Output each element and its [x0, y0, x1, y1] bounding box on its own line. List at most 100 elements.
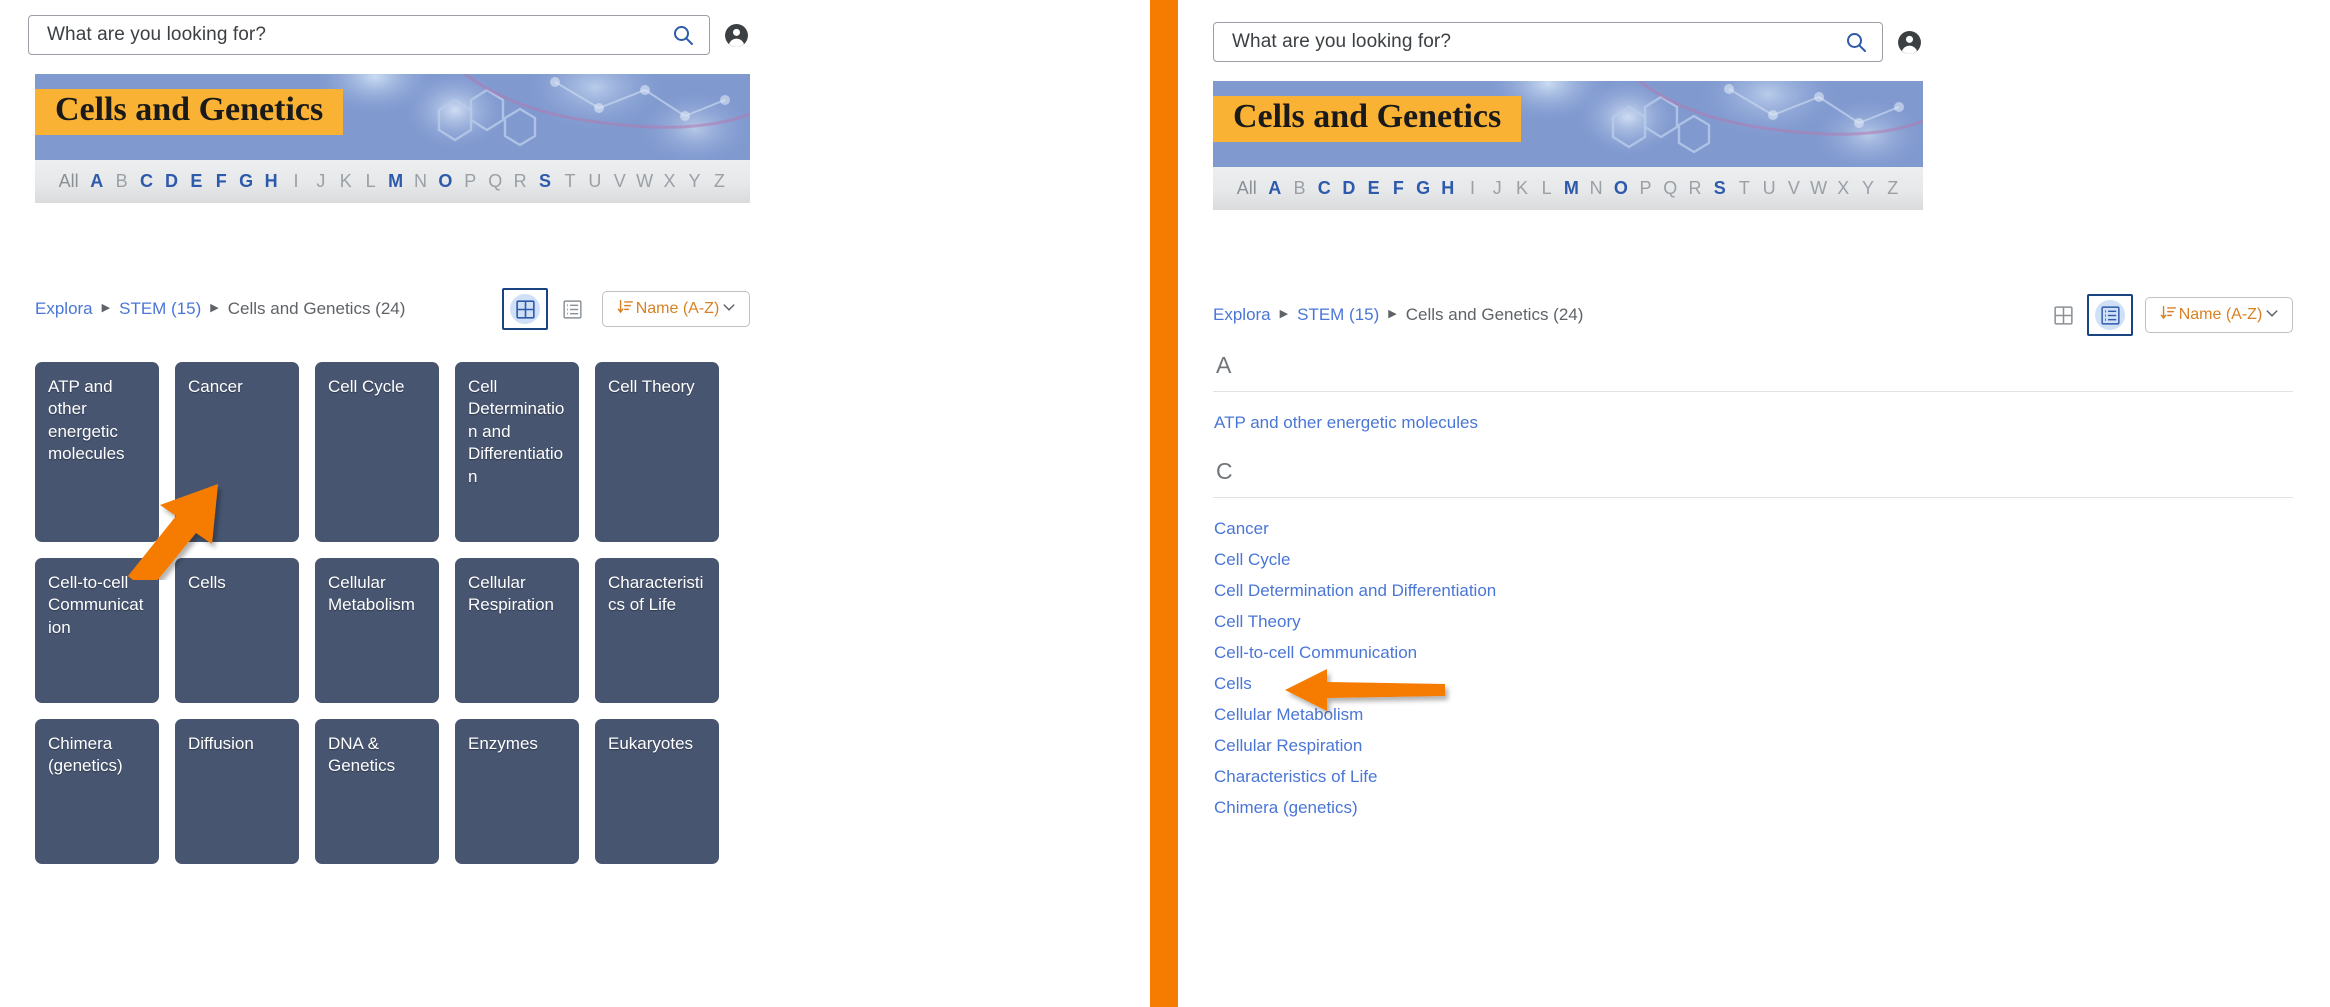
list-item-cellular-respiration[interactable]: Cellular Respiration: [1213, 733, 2293, 764]
list-item-characteristics-of-life[interactable]: Characteristics of Life: [1213, 764, 2293, 795]
search-input[interactable]: What are you looking for?: [47, 24, 266, 46]
sort-dropdown[interactable]: Name (A-Z): [602, 291, 750, 327]
grid-view-button[interactable]: [2045, 297, 2081, 333]
alpha-item-c[interactable]: C: [1312, 178, 1337, 199]
alpha-item-p[interactable]: P: [458, 171, 483, 192]
alpha-item-n[interactable]: N: [1584, 178, 1609, 199]
alpha-item-e[interactable]: E: [1361, 178, 1386, 199]
tile-cell-cycle[interactable]: Cell Cycle: [315, 362, 439, 542]
alpha-item-u[interactable]: U: [1757, 178, 1782, 199]
alpha-item-g[interactable]: G: [234, 171, 259, 192]
alpha-item-f[interactable]: F: [209, 171, 234, 192]
tile-dna-and-genetics[interactable]: DNA & Genetics: [315, 719, 439, 864]
tile-cancer[interactable]: Cancer: [175, 362, 299, 542]
breadcrumb-link-explora[interactable]: Explora: [1213, 305, 1271, 325]
alpha-item-t[interactable]: T: [557, 171, 582, 192]
alpha-item-x[interactable]: X: [1831, 178, 1856, 199]
alpha-item-s[interactable]: S: [1707, 178, 1732, 199]
grid-view-button[interactable]: [502, 288, 548, 330]
list-item-cell-cycle[interactable]: Cell Cycle: [1213, 547, 2293, 578]
tile-cells[interactable]: Cells: [175, 558, 299, 703]
alpha-item-c[interactable]: C: [134, 171, 159, 192]
alpha-item-b[interactable]: B: [1287, 178, 1312, 199]
breadcrumb-link-stem[interactable]: STEM (15): [119, 299, 201, 319]
alpha-item-e[interactable]: E: [184, 171, 209, 192]
search-box[interactable]: What are you looking for?: [1213, 22, 1883, 62]
tile-chimera-genetics[interactable]: Chimera (genetics): [35, 719, 159, 864]
tile-atp-and-other-energetic-molecules[interactable]: ATP and other energetic molecules: [35, 362, 159, 542]
alpha-item-r[interactable]: R: [1683, 178, 1708, 199]
list-item-cells[interactable]: Cells: [1213, 671, 2293, 702]
alpha-item-w[interactable]: W: [632, 171, 657, 192]
alpha-item-q[interactable]: Q: [1658, 178, 1683, 199]
alpha-item-all[interactable]: All: [1231, 178, 1262, 199]
alpha-item-n[interactable]: N: [408, 171, 433, 192]
list-view-button[interactable]: [554, 291, 590, 327]
tile-cell-to-cell-communication[interactable]: Cell-to-cell Communication: [35, 558, 159, 703]
alpha-item-a[interactable]: A: [84, 171, 109, 192]
alpha-item-v[interactable]: V: [607, 171, 632, 192]
list-item-atp-and-other-energetic-molecules[interactable]: ATP and other energetic molecules: [1213, 410, 2293, 444]
breadcrumb: Explora ▶ STEM (15) ▶ Cells and Genetics…: [35, 299, 405, 319]
list-item-cell-determination-and-differentiation[interactable]: Cell Determination and Differentiation: [1213, 578, 2293, 609]
tile-cell-determination-and-differentiation[interactable]: Cell Determination and Differentiation: [455, 362, 579, 542]
alpha-item-q[interactable]: Q: [483, 171, 508, 192]
tile-diffusion[interactable]: Diffusion: [175, 719, 299, 864]
alpha-item-x[interactable]: X: [657, 171, 682, 192]
alpha-item-k[interactable]: K: [1510, 178, 1535, 199]
list-item-cell-to-cell-communication[interactable]: Cell-to-cell Communication: [1213, 640, 2293, 671]
alpha-item-y[interactable]: Y: [682, 171, 707, 192]
alpha-item-f[interactable]: F: [1386, 178, 1411, 199]
tile-eukaryotes[interactable]: Eukaryotes: [595, 719, 719, 864]
alpha-item-o[interactable]: O: [433, 171, 458, 192]
alpha-item-a[interactable]: A: [1262, 178, 1287, 199]
list-item-cell-theory[interactable]: Cell Theory: [1213, 609, 2293, 640]
alpha-item-j[interactable]: J: [308, 171, 333, 192]
list-view-button[interactable]: [2087, 294, 2133, 336]
search-icon[interactable]: [671, 23, 695, 47]
search-input[interactable]: What are you looking for?: [1232, 31, 1451, 53]
list-item-cellular-metabolism[interactable]: Cellular Metabolism: [1213, 702, 2293, 733]
alpha-item-g[interactable]: G: [1411, 178, 1436, 199]
alpha-item-j[interactable]: J: [1485, 178, 1510, 199]
alpha-item-p[interactable]: P: [1633, 178, 1658, 199]
alpha-item-m[interactable]: M: [383, 171, 408, 192]
breadcrumb-link-stem[interactable]: STEM (15): [1297, 305, 1379, 325]
alpha-item-s[interactable]: S: [533, 171, 558, 192]
account-circle-icon[interactable]: [1897, 30, 1922, 55]
alpha-item-l[interactable]: L: [358, 171, 383, 192]
sort-dropdown[interactable]: Name (A-Z): [2145, 297, 2293, 333]
list-view-icon: [2095, 300, 2125, 330]
alpha-item-y[interactable]: Y: [1856, 178, 1881, 199]
alpha-item-w[interactable]: W: [1806, 178, 1831, 199]
alpha-item-d[interactable]: D: [1337, 178, 1362, 199]
alpha-item-h[interactable]: H: [259, 171, 284, 192]
alpha-item-h[interactable]: H: [1435, 178, 1460, 199]
search-icon[interactable]: [1844, 30, 1868, 54]
tile-cell-theory[interactable]: Cell Theory: [595, 362, 719, 542]
list-item-cancer[interactable]: Cancer: [1213, 516, 2293, 547]
alpha-item-all[interactable]: All: [53, 171, 84, 192]
tile-characteristics-of-life[interactable]: Characteristics of Life: [595, 558, 719, 703]
alpha-item-l[interactable]: L: [1534, 178, 1559, 199]
breadcrumb-link-explora[interactable]: Explora: [35, 299, 93, 319]
alpha-item-o[interactable]: O: [1608, 178, 1633, 199]
list-item-chimera-genetics[interactable]: Chimera (genetics): [1213, 795, 2293, 826]
alpha-item-z[interactable]: Z: [707, 171, 732, 192]
tile-cellular-metabolism[interactable]: Cellular Metabolism: [315, 558, 439, 703]
alpha-item-m[interactable]: M: [1559, 178, 1584, 199]
alpha-item-i[interactable]: I: [1460, 178, 1485, 199]
account-circle-icon[interactable]: [724, 23, 749, 48]
alpha-item-b[interactable]: B: [109, 171, 134, 192]
alpha-item-i[interactable]: I: [284, 171, 309, 192]
search-box[interactable]: What are you looking for?: [28, 15, 710, 55]
alpha-item-z[interactable]: Z: [1880, 178, 1905, 199]
tile-enzymes[interactable]: Enzymes: [455, 719, 579, 864]
alpha-item-k[interactable]: K: [333, 171, 358, 192]
alpha-item-u[interactable]: U: [582, 171, 607, 192]
alpha-item-d[interactable]: D: [159, 171, 184, 192]
tile-cellular-respiration[interactable]: Cellular Respiration: [455, 558, 579, 703]
alpha-item-v[interactable]: V: [1782, 178, 1807, 199]
alpha-item-r[interactable]: R: [508, 171, 533, 192]
alpha-item-t[interactable]: T: [1732, 178, 1757, 199]
